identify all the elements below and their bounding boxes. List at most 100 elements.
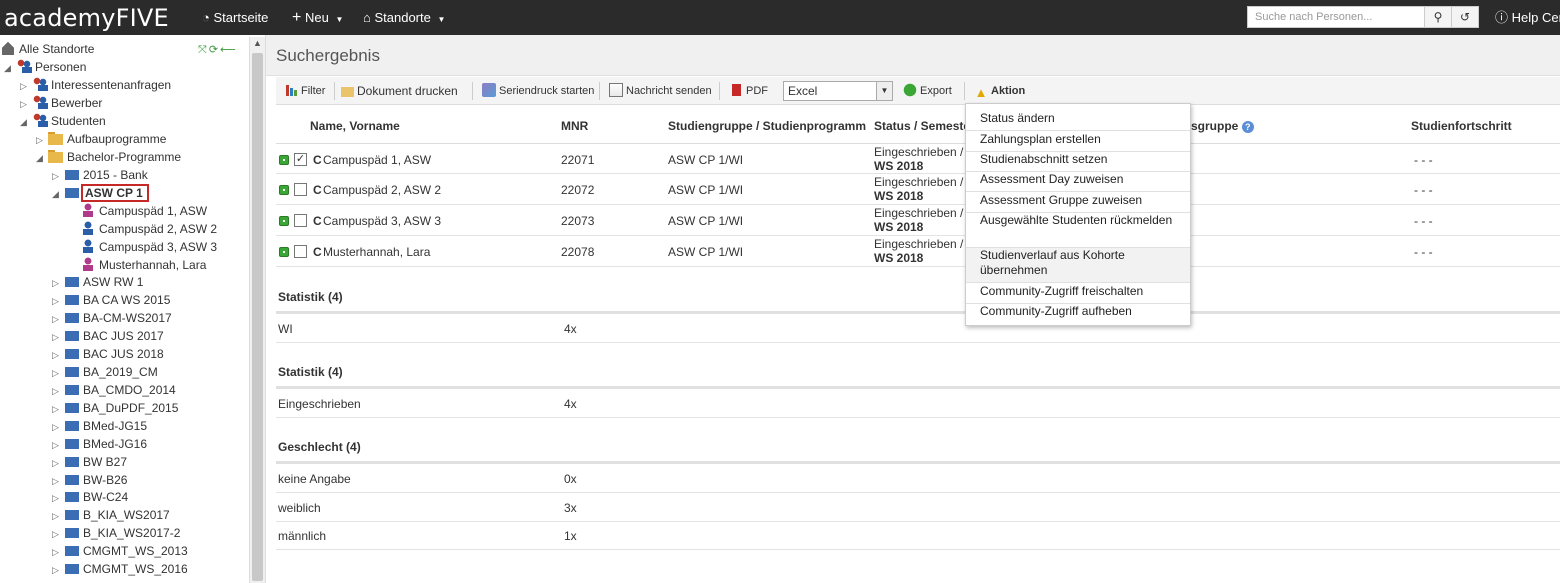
collapsed-arrow-icon[interactable]: ▷ xyxy=(20,77,32,95)
tree-item-group[interactable]: ▷ BW B27 xyxy=(52,453,127,471)
collapsed-arrow-icon[interactable]: ▷ xyxy=(52,382,64,400)
tree-item-group[interactable]: ▷ CMGMT_WS_2016 xyxy=(52,560,188,578)
tree-item-group[interactable]: ▷ BAC JUS 2017 xyxy=(52,327,164,345)
filter-button[interactable]: Filter xyxy=(284,81,325,101)
student-name-link[interactable]: Musterhannah, Lara xyxy=(323,245,430,259)
collapsed-arrow-icon[interactable]: ▷ xyxy=(52,436,64,454)
collapsed-arrow-icon[interactable]: ▷ xyxy=(52,561,64,579)
collapsed-arrow-icon[interactable]: ▷ xyxy=(52,525,64,543)
collapsed-arrow-icon[interactable]: ▷ xyxy=(52,418,64,436)
menu-item-rueckmelden[interactable]: Ausgewählte Studenten rückmelden xyxy=(966,213,1190,248)
table-row[interactable]: C Musterhannah, Lara 22078 ASW CP 1/WI E… xyxy=(276,236,1560,267)
collapsed-arrow-icon[interactable]: ▷ xyxy=(52,328,64,346)
tree-item-group[interactable]: ▷ BMed-JG16 xyxy=(52,435,147,453)
tree-item-interessentenanfragen[interactable]: ▷ Interessentenanfragen xyxy=(20,76,171,94)
collapsed-arrow-icon[interactable]: ▷ xyxy=(52,543,64,561)
tree-item-group[interactable]: ▷ CMGMT_WS_2013 xyxy=(52,542,188,560)
menu-item-community-freischalten[interactable]: Community-Zugriff freischalten xyxy=(966,284,1190,304)
tree-item-student[interactable]: Campuspäd 2, ASW 2 xyxy=(80,220,217,238)
collapsed-arrow-icon[interactable]: ▷ xyxy=(52,400,64,418)
search-button[interactable]: ⚲ xyxy=(1424,6,1452,28)
column-header-mnr[interactable]: MNR xyxy=(561,119,588,133)
collapsed-arrow-icon[interactable]: ▷ xyxy=(52,346,64,364)
row-checkbox[interactable] xyxy=(294,245,307,258)
collapsed-arrow-icon[interactable]: ▷ xyxy=(52,507,64,525)
tree-item-group[interactable]: ▷ BA_2019_CM xyxy=(52,363,158,381)
tree-item-group[interactable]: ▷ BAC JUS 2018 xyxy=(52,345,164,363)
table-row[interactable]: ✓ C Campuspäd 1, ASW 22071 ASW CP 1/WI E… xyxy=(276,143,1560,174)
collapsed-arrow-icon[interactable]: ▷ xyxy=(52,489,64,507)
refresh-icon[interactable]: ⟳ xyxy=(209,44,220,56)
expanded-arrow-icon[interactable]: ◢ xyxy=(20,113,32,131)
student-name-link[interactable]: Campuspäd 3, ASW 3 xyxy=(323,214,441,228)
collapsed-arrow-icon[interactable]: ▷ xyxy=(20,95,32,113)
tree-item-personen[interactable]: ◢ Personen xyxy=(4,58,86,76)
expanded-arrow-icon[interactable]: ◢ xyxy=(4,59,16,77)
column-header-group[interactable]: Studiengruppe / Studienprogramm xyxy=(668,119,866,133)
send-message-button[interactable]: Nachricht senden xyxy=(609,81,712,101)
tree-item-bachelor-programme[interactable]: ◢ Bachelor-Programme xyxy=(36,148,181,166)
pdf-button[interactable]: PDF xyxy=(729,81,768,101)
tree-item-group[interactable]: ▷ BMed-JG15 xyxy=(52,417,147,435)
help-center-link[interactable]: ⓘ Help Cer xyxy=(1495,0,1560,35)
tree-item-group[interactable]: ▷ BW-C24 xyxy=(52,488,128,506)
student-name-link[interactable]: Campuspäd 2, ASW 2 xyxy=(323,183,441,197)
student-name-link[interactable]: Campuspäd 1, ASW xyxy=(323,153,431,167)
history-button[interactable]: ↺ xyxy=(1451,6,1479,28)
tree-item-group[interactable]: ▷ BA-CM-WS2017 xyxy=(52,309,172,327)
collapsed-arrow-icon[interactable]: ▷ xyxy=(52,292,64,310)
info-icon[interactable]: ? xyxy=(1241,121,1254,133)
academyfive-logo[interactable]: academyFIVE xyxy=(4,4,169,32)
export-button[interactable]: Export xyxy=(903,81,952,101)
expanded-arrow-icon[interactable]: ◢ xyxy=(36,149,48,167)
person-search-input[interactable]: Suche nach Personen... xyxy=(1247,6,1425,28)
export-format-select[interactable]: Excel ▼ xyxy=(783,81,893,101)
collapsed-arrow-icon[interactable]: ▷ xyxy=(36,131,48,149)
tree-item-aufbauprogramme[interactable]: ▷ Aufbauprogramme xyxy=(36,130,166,148)
tree-item-asw-cp-1[interactable]: ◢ ASW CP 1 xyxy=(52,184,149,203)
collapsed-arrow-icon[interactable]: ▷ xyxy=(52,454,64,472)
nav-startseite[interactable]: ◔ Startseite xyxy=(202,0,268,35)
tree-item-group[interactable]: ▷ BA_CMDO_2014 xyxy=(52,381,176,399)
chevron-down-icon[interactable]: ▼ xyxy=(876,82,892,100)
collapsed-arrow-icon[interactable]: ▷ xyxy=(52,364,64,382)
print-document-button[interactable]: Dokument drucken xyxy=(340,81,458,101)
column-header-status[interactable]: Status / Semeste xyxy=(874,119,970,133)
scrollbar-thumb[interactable] xyxy=(252,53,263,581)
nav-neu[interactable]: + Neu ▼ xyxy=(292,0,343,35)
tree-item-2015-bank[interactable]: ▷ 2015 - Bank xyxy=(52,166,148,184)
tree-scrollbar[interactable]: ▲ xyxy=(249,37,265,583)
table-row[interactable]: C Campuspäd 3, ASW 3 22073 ASW CP 1/WI E… xyxy=(276,205,1560,236)
collapsed-arrow-icon[interactable]: ▷ xyxy=(52,167,64,185)
column-header-progress[interactable]: Studienfortschritt xyxy=(1411,119,1512,133)
tree-item-group[interactable]: ▷ B_KIA_WS2017-2 xyxy=(52,524,180,542)
tree-item-student[interactable]: Musterhannah, Lara xyxy=(80,256,206,274)
column-header-group-2[interactable]: sgruppe ? xyxy=(1191,119,1254,133)
expand-all-icon[interactable]: ⤧ xyxy=(198,44,209,56)
tree-item-group[interactable]: ▷ BA CA WS 2015 xyxy=(52,291,170,309)
tree-item-group[interactable]: ▷ BA_DuPDF_2015 xyxy=(52,399,178,417)
tree-item-group[interactable]: ▷ ASW RW 1 xyxy=(52,273,143,291)
tree-item-student[interactable]: Campuspäd 1, ASW xyxy=(80,202,207,220)
collapse-arrow-icon[interactable]: ⟵ xyxy=(220,44,238,56)
row-checkbox[interactable]: ✓ xyxy=(294,153,307,166)
tree-item-studenten[interactable]: ◢ Studenten xyxy=(20,112,106,130)
tree-root-alle-standorte[interactable]: Alle Standorte xyxy=(0,40,94,58)
nav-standorte[interactable]: ⌂ Standorte ▼ xyxy=(363,0,445,35)
menu-item-assessment-gruppe[interactable]: Assessment Gruppe zuweisen xyxy=(966,193,1190,213)
menu-item-zahlungsplan[interactable]: Zahlungsplan erstellen xyxy=(966,132,1190,152)
table-row[interactable]: C Campuspäd 2, ASW 2 22072 ASW CP 1/WI E… xyxy=(276,174,1560,205)
tree-item-group[interactable]: ▷ B_KIA_WS2017 xyxy=(52,506,170,524)
menu-item-studienabschnitt[interactable]: Studienabschnitt setzen xyxy=(966,152,1190,172)
collapsed-arrow-icon[interactable]: ▷ xyxy=(52,274,64,292)
tree-item-group[interactable]: ▷ BW-B26 xyxy=(52,471,127,489)
column-header-name[interactable]: Name, Vorname xyxy=(310,119,400,133)
menu-item-studienverlauf[interactable]: Studienverlauf aus Kohorte übernehmen xyxy=(966,248,1190,283)
menu-item-status-aendern[interactable]: Status ändern xyxy=(966,111,1190,131)
mail-merge-button[interactable]: Seriendruck starten xyxy=(482,81,594,101)
tree-item-student[interactable]: Campuspäd 3, ASW 3 xyxy=(80,238,217,256)
row-checkbox[interactable] xyxy=(294,183,307,196)
expanded-arrow-icon[interactable]: ◢ xyxy=(52,185,64,203)
menu-item-assessment-day[interactable]: Assessment Day zuweisen xyxy=(966,172,1190,192)
scroll-up-icon[interactable]: ▲ xyxy=(253,38,262,48)
